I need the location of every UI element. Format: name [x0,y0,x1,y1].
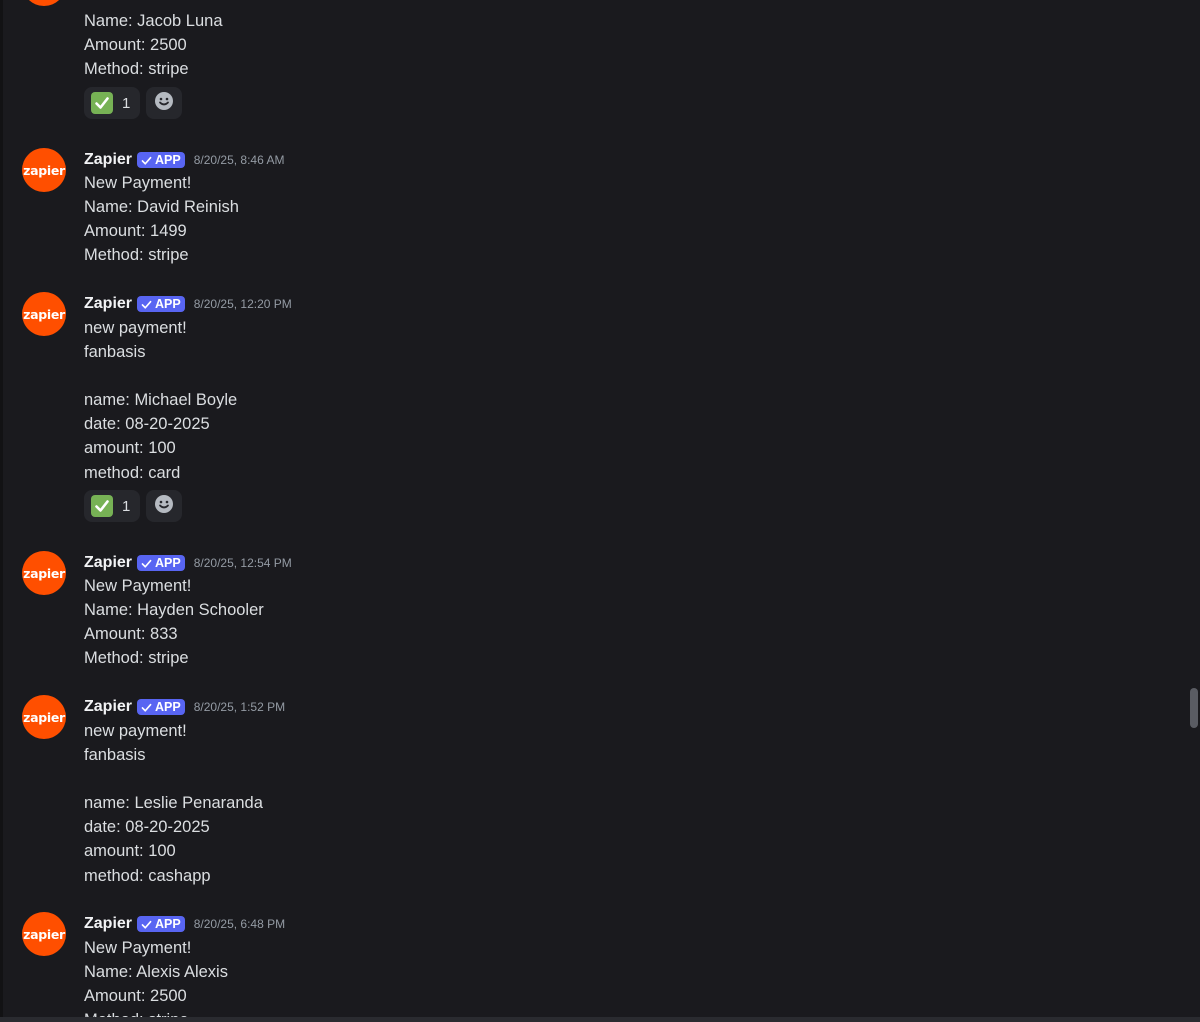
add-reaction-button[interactable] [146,490,183,522]
message-line: Name: Jacob Luna [84,12,223,30]
timestamp: 8/20/25, 8:46 AM [193,153,285,167]
message-line: New Payment! [84,174,192,192]
message-line: date: 08-20-2025 [84,415,210,434]
message-line: Method: stripe [84,246,189,265]
message-line: New Payment! [84,577,192,595]
message-line [84,767,263,791]
message-content: New Payment! Name: David Reinish Amount:… [84,171,239,267]
reaction-check[interactable]: 1 [84,87,141,119]
smiley-icon [154,91,174,116]
verified-check-icon [141,920,152,929]
add-reaction-button[interactable] [146,87,183,119]
message-header: Zapier APP 8/20/25, 8:46 AM [84,150,284,170]
verified-check-icon [141,156,152,165]
message-line: fanbasis [84,746,146,765]
author-name[interactable]: Zapier [84,151,132,169]
message-line: Amount: 2500 [84,36,187,55]
author-name[interactable]: Zapier [84,915,132,933]
message-content: New Payment! Name: Alexis Alexis Amount:… [84,936,228,1022]
message-line [84,364,237,388]
message-header: Zapier APP 8/20/25, 1:52 PM [84,697,285,717]
message-line: Amount: 1499 [84,222,187,241]
message-line: New Payment! [84,939,192,957]
message-line: date: 08-20-2025 [84,818,210,837]
app-tag: APP [137,555,185,571]
message-content: new payment! fanbasis name: Leslie Penar… [84,719,263,888]
check-mark-icon [91,92,113,114]
message-line: Name: David Reinish [84,198,239,217]
message-line: Method: stripe [84,649,189,668]
message-line: Amount: 2500 [84,987,187,1006]
app-tag: APP [137,152,185,168]
smiley-icon [154,494,174,519]
timestamp: 8/20/25, 12:54 PM [193,556,292,570]
reaction-count: 1 [122,497,131,515]
avatar[interactable]: zapier [22,148,66,192]
message-content: New Payment! Name: Hayden Schooler Amoun… [84,574,264,670]
message-line: Amount: 833 [84,625,178,644]
message-line: Name: Alexis Alexis [84,963,228,982]
reaction-check[interactable]: 1 [84,490,141,522]
composer-edge [0,1017,1200,1022]
avatar[interactable]: zapier [22,695,66,739]
avatar[interactable]: zapier [22,551,66,595]
timestamp: 8/20/25, 12:20 PM [193,297,292,311]
message-line: amount: 100 [84,842,176,861]
message-header: Zapier APP 8/20/25, 12:20 PM [84,294,292,314]
verified-check-icon [141,703,152,712]
app-tag: APP [137,916,185,932]
message-line: amount: 100 [84,439,176,458]
avatar[interactable]: zapier [22,0,66,6]
app-tag: APP [137,699,185,715]
message-line: name: Leslie Penaranda [84,794,263,813]
message-content: Name: Jacob Luna Amount: 2500 Method: st… [84,9,223,81]
message-list[interactable]: zapier Name: Jacob Luna Amount: 2500 Met… [0,0,1186,1022]
message-line: method: card [84,463,181,482]
check-mark-icon [91,495,113,517]
message-line: method: cashapp [84,866,211,885]
verified-check-icon [141,300,152,309]
author-name[interactable]: Zapier [84,295,132,313]
scrollbar-thumb[interactable] [1190,688,1198,728]
author-name[interactable]: Zapier [84,554,132,572]
message-line: Method: stripe [84,60,189,79]
message-line: name: Michael Boyle [84,391,238,410]
message-line: Name: Hayden Schooler [84,601,264,620]
message-line: fanbasis [84,343,146,362]
message-header: Zapier APP 8/20/25, 12:54 PM [84,553,292,573]
message-line: new payment! [84,722,187,740]
avatar[interactable]: zapier [22,912,66,956]
message-header: Zapier APP 8/20/25, 6:48 PM [84,914,285,934]
author-name[interactable]: Zapier [84,698,132,716]
reactions: 1 [84,490,183,522]
reaction-count: 1 [122,94,131,112]
timestamp: 8/20/25, 6:48 PM [193,917,286,931]
avatar[interactable]: zapier [22,292,66,336]
app-tag: APP [137,296,185,312]
reactions: 1 [84,87,183,119]
message-line: new payment! [84,319,187,337]
message-content: new payment! fanbasis name: Michael Boyl… [84,316,237,485]
timestamp: 8/20/25, 1:52 PM [193,700,286,714]
verified-check-icon [141,559,152,568]
